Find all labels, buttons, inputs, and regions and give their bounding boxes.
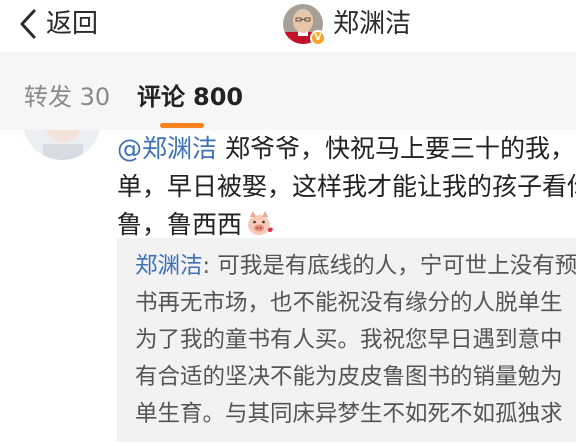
comment-item: @郑渊洁 郑爷爷，快祝马上要三十的我，早 单，早日被娶，这样我才能让我的孩子看你… bbox=[0, 130, 576, 442]
comment-line-text: 郑爷爷，快祝马上要三十的我，早 bbox=[224, 134, 576, 163]
pig-emoji-icon bbox=[248, 211, 274, 235]
commenter-photo bbox=[23, 130, 101, 160]
profile-header[interactable]: V 郑渊洁 bbox=[283, 3, 411, 46]
top-nav-bar: 返回 V 郑渊洁 bbox=[0, 0, 576, 52]
comment-body: @郑渊洁 郑爷爷，快祝马上要三十的我，早 单，早日被娶，这样我才能让我的孩子看你… bbox=[117, 130, 576, 244]
reply-line: 为了我的童书有人买。我祝您早日遇到意中 bbox=[135, 327, 563, 353]
comment-mention[interactable]: @郑渊洁 bbox=[117, 134, 217, 163]
reply-quote[interactable]: 郑渊洁: 可我是有底线的人，宁可世上没有预 书再无市场，也不能祝没有缘分的人脱单… bbox=[117, 238, 576, 442]
tab-comments[interactable]: 评论 800 bbox=[137, 81, 243, 113]
back-button[interactable]: 返回 bbox=[14, 6, 98, 42]
reply-author[interactable]: 郑渊洁 bbox=[135, 253, 203, 279]
tab-strip: 转发 30 评论 800 bbox=[0, 52, 576, 130]
commenter-avatar[interactable] bbox=[23, 130, 101, 160]
reply-line: 有合适的坚决不能为皮皮鲁图书的销量勉为 bbox=[135, 364, 563, 390]
tab-reposts-label: 转发 bbox=[24, 83, 72, 111]
comment-line: 单，早日被娶，这样我才能让我的孩子看你 bbox=[117, 172, 576, 201]
comment-line: @郑渊洁 郑爷爷，快祝马上要三十的我，早 bbox=[117, 130, 576, 168]
tab-reposts-count: 30 bbox=[79, 83, 111, 111]
reply-line: 书再无市场，也不能祝没有缘分的人脱单生 bbox=[135, 290, 563, 316]
comment-line-text: 鲁，鲁西西 bbox=[117, 210, 243, 239]
tab-reposts[interactable]: 转发 30 bbox=[24, 81, 110, 113]
reply-line: 郑渊洁: 可我是有底线的人，宁可世上没有预 bbox=[135, 248, 576, 285]
reply-body: 郑渊洁: 可我是有底线的人，宁可世上没有预 书再无市场，也不能祝没有缘分的人脱单… bbox=[135, 248, 576, 433]
chevron-left-icon bbox=[20, 9, 36, 39]
active-tab-indicator bbox=[160, 123, 204, 128]
tab-comments-label: 评论 bbox=[137, 83, 185, 111]
profile-name[interactable]: 郑渊洁 bbox=[333, 4, 411, 44]
back-label: 返回 bbox=[46, 9, 99, 39]
reply-line: 单生育。与其同床异梦生不如死不如孤独求 bbox=[135, 401, 563, 427]
reply-line-text: : 可我是有底线的人，宁可世上没有预 bbox=[202, 253, 576, 279]
avatar[interactable]: V bbox=[283, 4, 326, 46]
tab-comments-count: 800 bbox=[193, 83, 244, 111]
verified-badge-icon: V bbox=[310, 30, 326, 46]
